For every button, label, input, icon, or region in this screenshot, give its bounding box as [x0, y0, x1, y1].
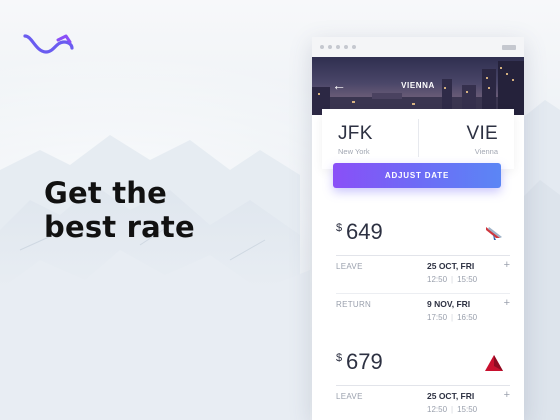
headline-line-1: Get the [44, 176, 168, 210]
time-separator: | [451, 405, 454, 414]
flight-offer[interactable]: $ 679 LEAVE 25 OCT, FRI 12:50 | 15:50 + [312, 349, 524, 420]
delta-icon [485, 355, 503, 371]
flight-leg: RETURN 9 NOV, FRI 17:50 | 16:50 + [336, 293, 510, 331]
currency-symbol: $ [336, 222, 343, 234]
destination-code: VIE [466, 123, 498, 144]
leg-date: 25 OCT, FRI [427, 261, 475, 271]
battery-icon [502, 44, 516, 50]
american-airlines-icon [486, 227, 502, 240]
arrive-time: 15:50 [457, 275, 478, 284]
arrive-time: 15:50 [457, 405, 478, 414]
time-separator: | [451, 275, 454, 284]
origin-code: JFK [338, 123, 373, 144]
arrive-time: 16:50 [457, 313, 478, 322]
city-header: ← VIENNA [312, 57, 524, 115]
origin-city: New York [338, 147, 370, 156]
signal-dots-icon [320, 45, 356, 49]
leg-label: LEAVE [336, 392, 363, 401]
leg-times: 17:50 | 16:50 [427, 313, 477, 322]
depart-time: 12:50 [427, 405, 448, 414]
leg-label: RETURN [336, 300, 372, 309]
leg-date: 25 OCT, FRI [427, 391, 475, 401]
adjust-date-button[interactable]: ADJUST DATE [333, 163, 501, 188]
expand-plus-icon[interactable]: + [504, 297, 510, 309]
destination: VIE Vienna [417, 119, 515, 157]
price: 649 [346, 219, 383, 244]
phone-mockup: ← VIENNA JFK New York VIE Vienna ADJUST … [312, 37, 524, 420]
currency-symbol: $ [336, 352, 343, 364]
price-row: $ 649 [312, 219, 524, 255]
leg-date: 9 NOV, FRI [427, 299, 471, 309]
route-card: JFK New York VIE Vienna [322, 109, 514, 169]
leg-times: 12:50 | 15:50 [427, 405, 477, 414]
depart-time: 17:50 [427, 313, 448, 322]
headline: Get the best rate [44, 176, 195, 244]
price: 679 [346, 349, 383, 374]
expand-plus-icon[interactable]: + [504, 259, 510, 271]
leg-label: LEAVE [336, 262, 363, 271]
time-separator: | [451, 313, 454, 322]
depart-time: 12:50 [427, 275, 448, 284]
flight-leg: LEAVE 25 OCT, FRI 12:50 | 15:50 + [336, 255, 510, 293]
destination-title: VIENNA [401, 81, 435, 90]
destination-city: Vienna [474, 147, 498, 156]
flight-offer[interactable]: $ 649 LEAVE 25 OCT, FRI 12:50 | 15:50 + RE… [312, 219, 524, 331]
status-bar [312, 37, 524, 57]
flight-leg: LEAVE 25 OCT, FRI 12:50 | 15:50 + [336, 385, 510, 420]
origin: JFK New York [322, 109, 418, 169]
leg-times: 12:50 | 15:50 [427, 275, 477, 284]
brand-logo [23, 34, 74, 54]
headline-line-2: best rate [44, 210, 195, 244]
price-row: $ 679 [312, 349, 524, 385]
expand-plus-icon[interactable]: + [504, 389, 510, 401]
